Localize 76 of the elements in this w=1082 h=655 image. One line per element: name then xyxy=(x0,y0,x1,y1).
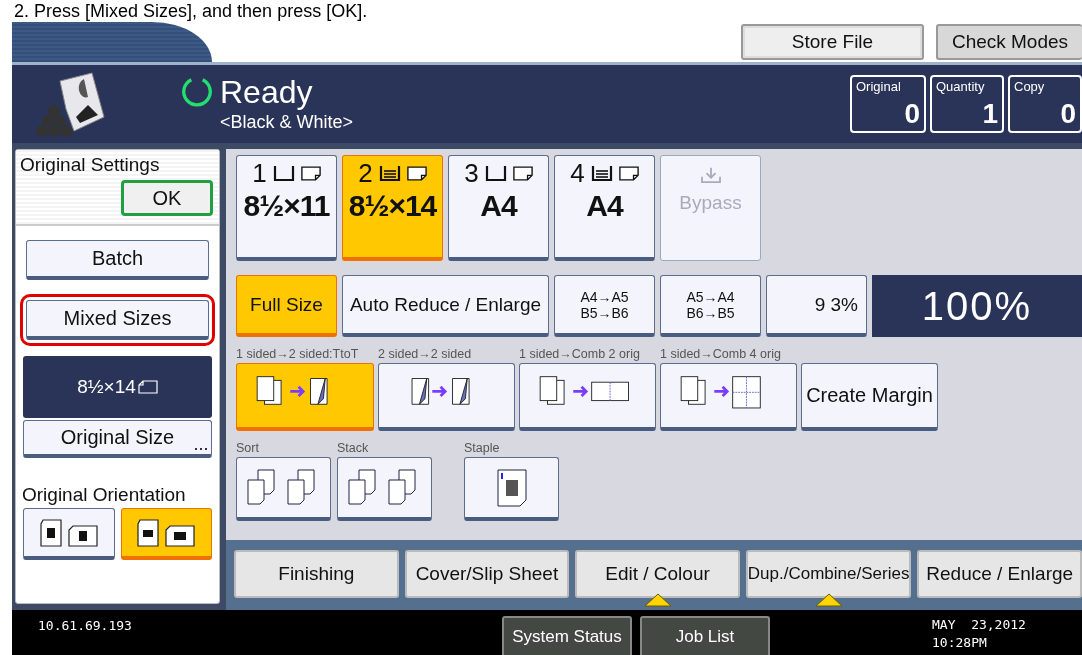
tray-number: 3 xyxy=(464,160,479,186)
create-margin-button[interactable]: Create Margin xyxy=(801,363,938,431)
more-icon xyxy=(195,448,207,451)
original-size-button[interactable]: Original Size xyxy=(23,420,212,458)
counter-label: Quantity xyxy=(936,79,986,94)
counter-value: 0 xyxy=(1059,99,1076,129)
paper-icon xyxy=(618,165,639,181)
paper-tray-button[interactable]: 2 8½×14 xyxy=(342,155,443,261)
date-text: MAY 23,2012 xyxy=(932,616,1027,634)
finishing-button[interactable] xyxy=(236,457,331,521)
ratio-button[interactable]: A4→A5 B5→B6 xyxy=(554,275,655,337)
counter-value: 0 xyxy=(903,99,920,129)
orientation-button[interactable] xyxy=(23,508,115,560)
status-button[interactable]: System Status xyxy=(502,616,632,655)
header-button[interactable]: Store File xyxy=(741,24,924,60)
instruction-caption: 2. Press [Mixed Sizes], and then press [OK]. xyxy=(13,0,369,22)
status-button[interactable]: Job List xyxy=(640,616,770,655)
ratio-line: B5→B6 xyxy=(579,304,630,321)
ratio-line: A5→A4 xyxy=(685,288,736,305)
duplex-button[interactable] xyxy=(519,363,656,431)
ratio-button[interactable]: A5→A4 B6→B5 xyxy=(660,275,761,337)
download-tray-icon xyxy=(699,166,722,184)
paper-icon xyxy=(406,165,427,181)
function-tab[interactable]: Cover/Slip Sheet xyxy=(404,550,570,598)
option-button[interactable]: Batch xyxy=(26,240,209,280)
color-mode-label: <Black & White> xyxy=(220,111,354,134)
function-tab[interactable]: Reduce / Enlarge xyxy=(917,550,1082,598)
duplex-button[interactable] xyxy=(378,363,515,431)
paper-icon xyxy=(512,165,533,181)
paper-tray-button[interactable]: 4 A4 xyxy=(554,155,655,261)
paper-icon xyxy=(137,380,158,394)
time-text: 10:28PM xyxy=(932,634,988,652)
ratio-line: A4→A5 xyxy=(579,288,630,305)
tray-number: 4 xyxy=(570,160,585,186)
counter-label: Copy xyxy=(1014,79,1046,94)
function-tab[interactable]: Dup./Combine/Series xyxy=(745,550,912,598)
section-label: Original Orientation xyxy=(22,484,187,506)
tray-number: 1 xyxy=(252,160,267,186)
paper-size: 8½×14 xyxy=(348,188,437,224)
panel-title: Original Settings xyxy=(20,154,161,176)
paper-icon xyxy=(300,165,321,181)
duplex-label: 2 sided→2 sided xyxy=(378,346,473,363)
ok-button[interactable]: OK xyxy=(121,180,213,216)
ratio-button[interactable]: Auto Reduce / Enlarge xyxy=(342,275,549,337)
bypass-label: Bypass xyxy=(679,192,742,214)
ip-address: 10.61.69.193 xyxy=(37,617,133,633)
paper-size: A4 xyxy=(586,188,623,224)
duplex-label: 1 sided→Comb 2 orig xyxy=(519,346,641,363)
tray-number: 2 xyxy=(358,160,373,186)
function-tab[interactable]: Edit / Colour xyxy=(575,550,740,598)
counter-value: 1 xyxy=(981,99,998,129)
finishing-button[interactable] xyxy=(464,457,559,521)
finishing-label: Sort xyxy=(236,440,260,457)
paper-tray-button[interactable]: 3 A4 xyxy=(448,155,549,261)
ready-status-icon xyxy=(180,75,214,109)
function-tab[interactable]: Finishing xyxy=(234,550,399,598)
finishing-label: Stack xyxy=(337,440,370,457)
ratio-display: 100% xyxy=(872,275,1082,337)
duplex-label: 1 sided→Comb 4 orig xyxy=(660,346,782,363)
duplex-label: 1 sided→2 sided:TtoT xyxy=(236,346,360,363)
ratio-line: B6→B5 xyxy=(685,304,736,321)
finishing-label: Staple xyxy=(464,440,501,457)
paper-size: A4 xyxy=(480,188,517,224)
status-title: Ready xyxy=(220,74,314,110)
finishing-button[interactable] xyxy=(337,457,432,521)
paper-tray-button[interactable]: 1 8½×11 xyxy=(236,155,337,261)
paper-size: 8½×11 xyxy=(243,188,330,224)
ratio-button[interactable]: Full Size xyxy=(236,275,337,337)
orientation-button[interactable] xyxy=(120,508,212,560)
duplex-button[interactable] xyxy=(236,363,374,431)
size-text: 8½×14 xyxy=(77,376,136,398)
counter-label: Original xyxy=(856,79,902,94)
header-button[interactable]: Check Modes xyxy=(936,24,1082,60)
option-button[interactable]: Mixed Sizes xyxy=(26,300,209,340)
ratio-button[interactable]: 9 3% xyxy=(766,275,867,337)
duplex-button[interactable] xyxy=(660,363,797,431)
